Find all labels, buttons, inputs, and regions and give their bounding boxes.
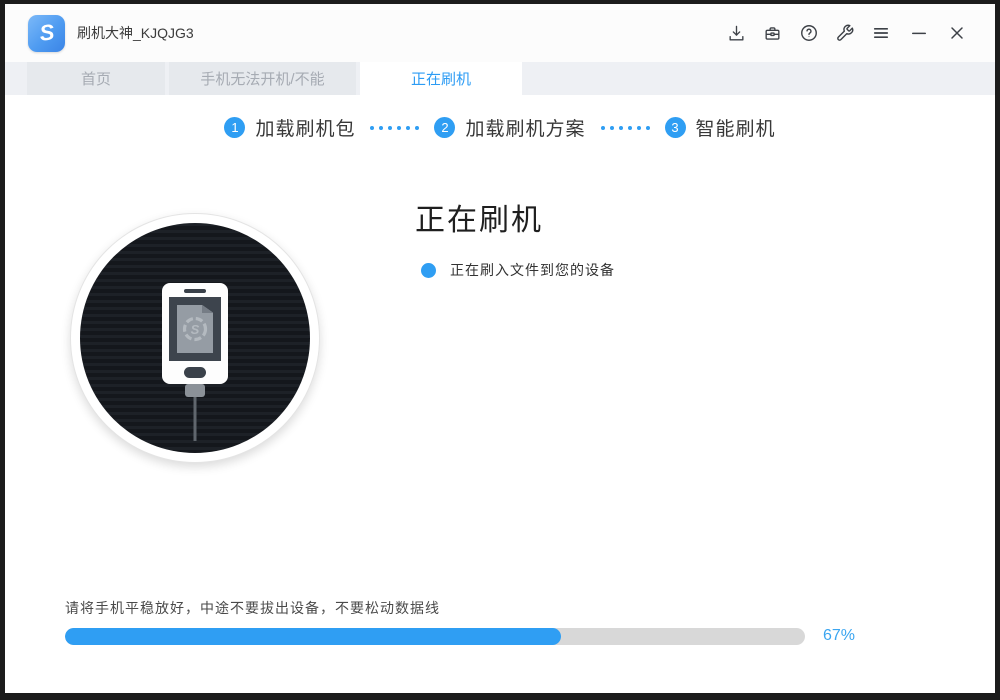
step-3-label: 智能刷机 [696,114,776,141]
phone-home-button [184,367,206,378]
titlebar: S 刷机大神_KJQJG3 [5,4,995,62]
firmware-file-icon: S [177,305,213,353]
warning-text: 请将手机平稳放好，中途不要拔出设备，不要松动数据线 [65,598,855,618]
status-title: 正在刷机 [415,195,615,239]
toolbox-icon[interactable] [762,23,783,44]
window-title: 刷机大神_KJQJG3 [77,23,194,43]
status-text: 正在刷入文件到您的设备 [450,260,615,280]
footer: 请将手机平稳放好，中途不要拔出设备，不要松动数据线 67% [65,598,855,645]
tab-phone-unbootable[interactable]: 手机无法开机/不能 [169,62,356,95]
help-icon[interactable] [798,23,819,44]
tab-home[interactable]: 首页 [27,62,165,95]
device-graphic-ring: S [70,213,320,463]
download-icon[interactable] [726,23,747,44]
progress-bar-track [65,628,805,645]
usb-plug [185,384,205,397]
tab-flashing-active[interactable]: 正在刷机 [360,62,522,95]
file-fold-corner [202,305,213,313]
usb-cable [194,397,197,441]
minimize-button[interactable] [908,23,929,44]
step-connector-dots [601,126,650,130]
file-logo-watermark: S [181,315,209,343]
phone-screen: S [169,297,221,361]
step-2-label: 加载刷机方案 [465,114,585,141]
step-1-label: 加载刷机包 [255,114,355,141]
phone-illustration: S [162,283,228,384]
titlebar-actions [726,23,995,44]
app-logo: S [28,15,65,52]
step-1: 1 加载刷机包 [224,114,355,141]
status-block: 正在刷机 正在刷入文件到您的设备 [415,195,615,280]
menu-icon[interactable] [870,23,891,44]
svg-text:S: S [38,19,56,45]
wrench-icon[interactable] [834,23,855,44]
status-bullet-dot [421,263,436,278]
progress-fill [65,628,561,645]
step-connector-dots [370,126,419,130]
progress-percent-label: 67% [823,627,855,645]
status-item: 正在刷入文件到您的设备 [415,260,615,280]
close-button[interactable] [946,23,967,44]
main-content: 1 加载刷机包 2 加载刷机方案 3 智能刷机 [5,95,995,693]
device-graphic: S [70,213,320,463]
phone-speaker [184,289,206,293]
step-indicator: 1 加载刷机包 2 加载刷机方案 3 智能刷机 [5,114,995,141]
step-3: 3 智能刷机 [665,114,776,141]
svg-text:S: S [191,322,200,337]
app-window: S 刷机大神_KJQJG3 [0,0,1000,700]
progress-row: 67% [65,627,855,645]
device-graphic-disc: S [80,223,310,453]
step-2: 2 加载刷机方案 [434,114,585,141]
step-3-badge: 3 [665,117,686,138]
tab-bar: 首页 手机无法开机/不能 正在刷机 [5,62,995,95]
app-logo-s-icon: S [32,18,62,48]
step-1-badge: 1 [224,117,245,138]
step-2-badge: 2 [434,117,455,138]
